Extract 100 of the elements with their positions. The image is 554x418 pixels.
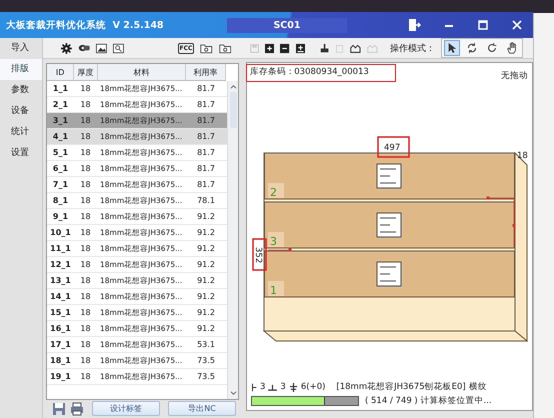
chart-icon[interactable] — [350, 42, 362, 54]
column-header[interactable]: 利用率 — [186, 64, 226, 80]
table-cell-text: 73.5 — [196, 356, 216, 365]
sidebar-item[interactable]: 排版 — [0, 59, 42, 80]
table-cell-text: 3_1 — [52, 116, 70, 125]
table-cell-text: 13_1 — [49, 276, 72, 285]
table-cell-text: 18 — [79, 292, 92, 301]
table-cell-text: 14_1 — [49, 292, 72, 301]
part-number: 3 — [270, 235, 277, 248]
exit-icon[interactable] — [407, 18, 421, 32]
refresh-icon — [486, 42, 498, 54]
image-icon[interactable] — [96, 42, 108, 54]
column-cut-icon — [251, 382, 257, 392]
barcode-label: 库存条码 : 03080934_00013 — [250, 67, 369, 77]
table-cell-text: 91.2 — [196, 276, 216, 285]
table-cell-text: 19_1 — [49, 372, 72, 381]
table-cell-text: 18_1 — [49, 356, 72, 365]
table-cell-text: 9_1 — [52, 212, 70, 221]
part-count: 6(+0) — [300, 382, 326, 392]
table-cell-text: 91.2 — [196, 308, 216, 317]
table-cell-text: 5_1 — [52, 148, 70, 157]
scrollbar[interactable] — [227, 81, 238, 399]
table-cell-text: 81.7 — [196, 116, 216, 125]
table-cell-text: 91.2 — [196, 260, 216, 269]
column-header[interactable]: 厚度 — [74, 64, 98, 80]
table-cell-text: 1_1 — [52, 84, 70, 93]
scroll-down-icon[interactable] — [230, 391, 236, 396]
action-button[interactable]: 导出NC — [168, 401, 236, 416]
thickness-dimension: 18 — [517, 151, 528, 161]
table-cell-text: 6_1 — [52, 164, 70, 173]
sidebar-item[interactable]: 统计 — [0, 122, 42, 143]
table-cell-text: 18 — [79, 116, 92, 125]
label-icon — [376, 212, 402, 238]
grain-label: 横纹 — [468, 381, 487, 393]
table-cell-text: 18 — [79, 276, 92, 285]
table-cell-text: 81.7 — [196, 164, 216, 173]
sidebar-item[interactable]: 设置 — [0, 143, 42, 164]
hand-icon — [506, 42, 518, 54]
table-cell-text: 18 — [79, 356, 92, 365]
highlight-box — [252, 238, 267, 271]
table-cell-text: 12_1 — [49, 260, 72, 269]
column-header[interactable]: ID — [47, 64, 74, 80]
width-dimension: 497 — [384, 143, 400, 153]
table-cell-text: 18 — [79, 148, 92, 157]
plus-icon[interactable] — [265, 42, 274, 54]
table-cell-text: 15_1 — [49, 308, 72, 317]
column-header[interactable]: 材料 — [98, 64, 186, 80]
table-cell-text: 91.2 — [196, 212, 216, 221]
table-cell-text: 18 — [79, 212, 92, 221]
sidebar-item[interactable]: 设备 — [0, 101, 42, 122]
table-cell-text: 2_1 — [52, 100, 70, 109]
add-icon[interactable] — [296, 42, 305, 54]
table-cell-text: 18 — [79, 260, 92, 269]
table-cell-text: 91.2 — [196, 244, 216, 253]
zoom-image-icon[interactable] — [113, 42, 124, 54]
table-cell-text: 18 — [79, 244, 92, 253]
part-number: 1 — [270, 284, 277, 297]
table-cell-text: 18 — [79, 100, 92, 109]
part-panel[interactable] — [264, 250, 515, 298]
row-cut-icon — [268, 384, 278, 390]
pointer-icon — [446, 42, 457, 54]
table-cell-text: 11_1 — [49, 244, 72, 253]
folder-icon[interactable] — [200, 42, 213, 54]
cut-count: 3 — [280, 382, 286, 392]
printer-icon[interactable] — [70, 402, 84, 416]
gear-icon[interactable] — [61, 42, 72, 54]
table-cell-text: 10_1 — [49, 228, 72, 237]
table-cell-text: 91.2 — [196, 324, 216, 333]
brush-icon[interactable] — [320, 42, 330, 54]
sidebar-item[interactable]: 参数 — [0, 80, 42, 101]
mode-label: 操作模式： — [390, 42, 435, 54]
scrollbar-thumb[interactable] — [230, 92, 236, 128]
folder-icon[interactable] — [218, 42, 232, 54]
maximize-icon[interactable] — [477, 19, 489, 31]
tape-icon[interactable] — [78, 42, 90, 54]
table-cell-text: 18 — [79, 180, 92, 189]
table-cell-text: 18 — [79, 84, 92, 93]
table-cell-text: 18 — [79, 340, 92, 349]
close-icon[interactable] — [511, 19, 523, 31]
table-cell-text: 91.2 — [196, 292, 216, 301]
material-label: [18mm花想容JH3675刨花板E0] — [336, 381, 466, 393]
cross-cut-icon — [288, 382, 298, 392]
table-cell-text: 7_1 — [52, 180, 70, 189]
sidebar-item[interactable]: 导入 — [0, 38, 42, 59]
rotate-icon — [466, 42, 478, 54]
table-cell-text: 53.1 — [196, 340, 216, 349]
mode-button[interactable] — [444, 40, 460, 56]
table-cell-text: 18 — [79, 132, 92, 141]
save-icon[interactable] — [52, 402, 66, 416]
height-dimension: 352 — [253, 247, 263, 264]
part-panel[interactable] — [264, 152, 515, 200]
progress-text: ( 514 / 749 ) 计算标签位置中... — [365, 395, 492, 407]
table-cell-text: 81.7 — [196, 84, 216, 93]
table-cell-text: 81.7 — [196, 148, 216, 157]
drag-mode-label: 无拖动 — [501, 70, 528, 80]
table-cell-text: 8_1 — [52, 196, 70, 205]
minus-icon[interactable] — [280, 42, 290, 54]
table-cell-text: 78.1 — [196, 196, 216, 205]
action-button[interactable]: 设计标签 — [92, 401, 160, 416]
scroll-up-icon[interactable] — [230, 84, 236, 89]
